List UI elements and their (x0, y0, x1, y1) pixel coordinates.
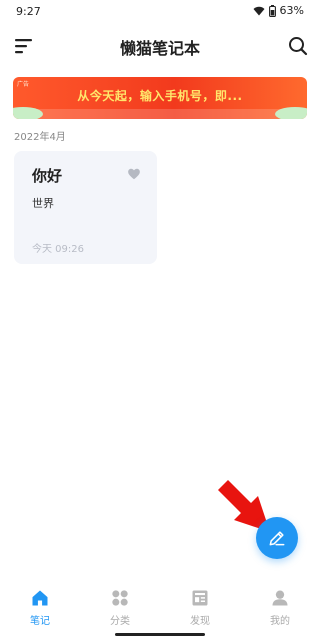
new-note-button[interactable] (256, 517, 298, 559)
battery-percent: 63% (279, 4, 304, 17)
heart-icon (128, 168, 140, 180)
home-indicator (0, 628, 320, 640)
home-indicator-bar (115, 633, 205, 636)
search-icon (289, 37, 308, 56)
bottom-tab-bar: 笔记 分类 发现 我的 (0, 582, 320, 628)
ad-cloud-left (13, 107, 43, 119)
status-bar: 9:27 63% (0, 0, 320, 24)
tab-categories-label: 分类 (110, 616, 130, 627)
ad-text: 从今天起，输入手机号，即... (77, 89, 243, 103)
pencil-icon (269, 531, 285, 546)
month-group-label: 2022年4月 (14, 132, 66, 143)
tab-profile-label: 我的 (270, 616, 290, 627)
note-card[interactable]: 你好 世界 今天 09:26 (14, 151, 157, 264)
status-icons: 63% (253, 4, 304, 17)
tab-notes[interactable]: 笔记 (0, 582, 80, 628)
ad-banner[interactable]: 广告 从今天起，输入手机号，即... (13, 77, 307, 119)
person-icon (272, 590, 288, 606)
note-title: 你好 (32, 167, 63, 185)
wifi-icon (253, 6, 265, 15)
newspaper-icon (192, 590, 208, 606)
tab-profile[interactable]: 我的 (240, 582, 320, 628)
home-icon (32, 590, 48, 606)
note-timestamp: 今天 09:26 (32, 244, 84, 255)
search-button[interactable] (286, 34, 310, 58)
tab-discover-label: 发现 (190, 616, 210, 627)
note-body: 世界 (32, 197, 54, 210)
status-time: 9:27 (16, 5, 41, 18)
battery-icon (268, 4, 276, 17)
tab-categories[interactable]: 分类 (80, 582, 160, 628)
tab-discover[interactable]: 发现 (160, 582, 240, 628)
ad-decoration (13, 109, 307, 119)
grid-icon (112, 590, 128, 606)
page-title: 懒猫笔记本 (119, 39, 200, 58)
tab-notes-label: 笔记 (30, 616, 50, 627)
app-header: 懒猫笔记本 (0, 24, 320, 68)
ad-cloud-right (275, 107, 307, 119)
favorite-button[interactable] (127, 166, 141, 180)
